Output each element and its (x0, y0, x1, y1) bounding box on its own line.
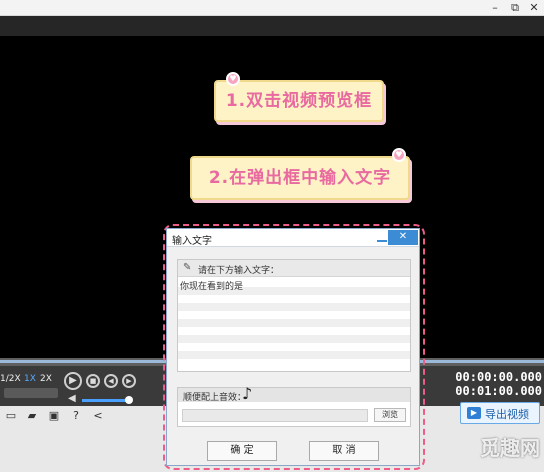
prev-frame-icon[interactable]: ◀ (104, 374, 118, 388)
browse-button[interactable]: 浏览 (374, 408, 406, 422)
stop-icon[interactable]: ■ (86, 374, 100, 388)
text-input-area[interactable]: 你现在看到的是 (180, 279, 243, 292)
dialog-title: 输入文字 (172, 236, 212, 247)
speed-1x-button[interactable]: 1X (24, 374, 36, 384)
next-frame-icon[interactable]: ▶ (122, 374, 136, 388)
watermark-logo: 觅趣网 (480, 436, 540, 460)
share-icon[interactable]: < (92, 410, 104, 422)
volume-knob[interactable] (125, 396, 133, 404)
ruled-line (178, 335, 410, 343)
audio-label: 顺便配上音效： (183, 393, 247, 403)
close-icon[interactable]: ✕ (388, 230, 418, 245)
help-icon[interactable]: ? (70, 410, 82, 422)
text-panel-header: ✎ 请在下方输入文字： (178, 260, 410, 277)
speed-slider[interactable] (4, 388, 58, 398)
time-total: 00:01:00.000 (455, 384, 542, 398)
music-note-icon: ♪ (242, 384, 253, 403)
open-folder-icon[interactable]: ▰ (26, 410, 38, 422)
play-icon[interactable]: ▶ (64, 372, 82, 390)
input-text-dialog: 输入文字 ✕ ✎ 请在下方输入文字： 你现在看到的是 顺便配上音效： ♪ 浏览 … (166, 228, 420, 466)
audio-file-field[interactable] (182, 409, 368, 422)
volume-icon[interactable]: ◀ (68, 393, 76, 404)
export-icon: ▶ (467, 407, 481, 419)
speed-2x-button[interactable]: 2X (40, 374, 52, 384)
speed-half-button[interactable]: 1/2X (0, 374, 21, 384)
ruled-line (178, 319, 410, 327)
top-toolbar (0, 16, 544, 36)
edit-icon: ✎ (183, 262, 192, 273)
ruled-line (178, 303, 410, 311)
step2-sticker: ♥ 2.在弹出框中输入文字 (190, 148, 410, 200)
step2-text: 2.在弹出框中输入文字 (208, 168, 392, 188)
step1-text: 1.双击视频预览框 (225, 91, 373, 111)
new-icon[interactable]: ▭ (5, 410, 17, 422)
time-current: 00:00:00.000 (455, 370, 542, 384)
text-prompt: 请在下方输入文字： (198, 266, 280, 276)
ok-button[interactable]: 确 定 (207, 441, 277, 461)
text-input-panel: ✎ 请在下方输入文字： 你现在看到的是 (177, 259, 411, 372)
volume-bar[interactable] (82, 399, 130, 402)
save-icon[interactable]: ▣ (48, 410, 60, 422)
cancel-button[interactable]: 取 消 (309, 441, 379, 461)
export-label: 导出视频 (485, 408, 529, 421)
audio-panel-header: 顺便配上音效： ♪ (178, 384, 410, 403)
audio-panel: 顺便配上音效： ♪ 浏览 (177, 384, 411, 427)
restore-icon[interactable]: ⧉ (506, 0, 524, 16)
ruled-line (178, 351, 410, 359)
close-icon[interactable]: ✕ (525, 0, 543, 16)
step1-sticker: ♥ 1.双击视频预览框 (214, 72, 384, 122)
minimize-icon[interactable] (377, 233, 387, 242)
export-video-button[interactable]: ▶ 导出视频 (460, 402, 540, 424)
dialog-titlebar: 输入文字 ✕ (167, 229, 419, 247)
minimize-icon[interactable]: – (486, 0, 504, 16)
window-titlebar: – ⧉ ✕ (0, 0, 544, 16)
